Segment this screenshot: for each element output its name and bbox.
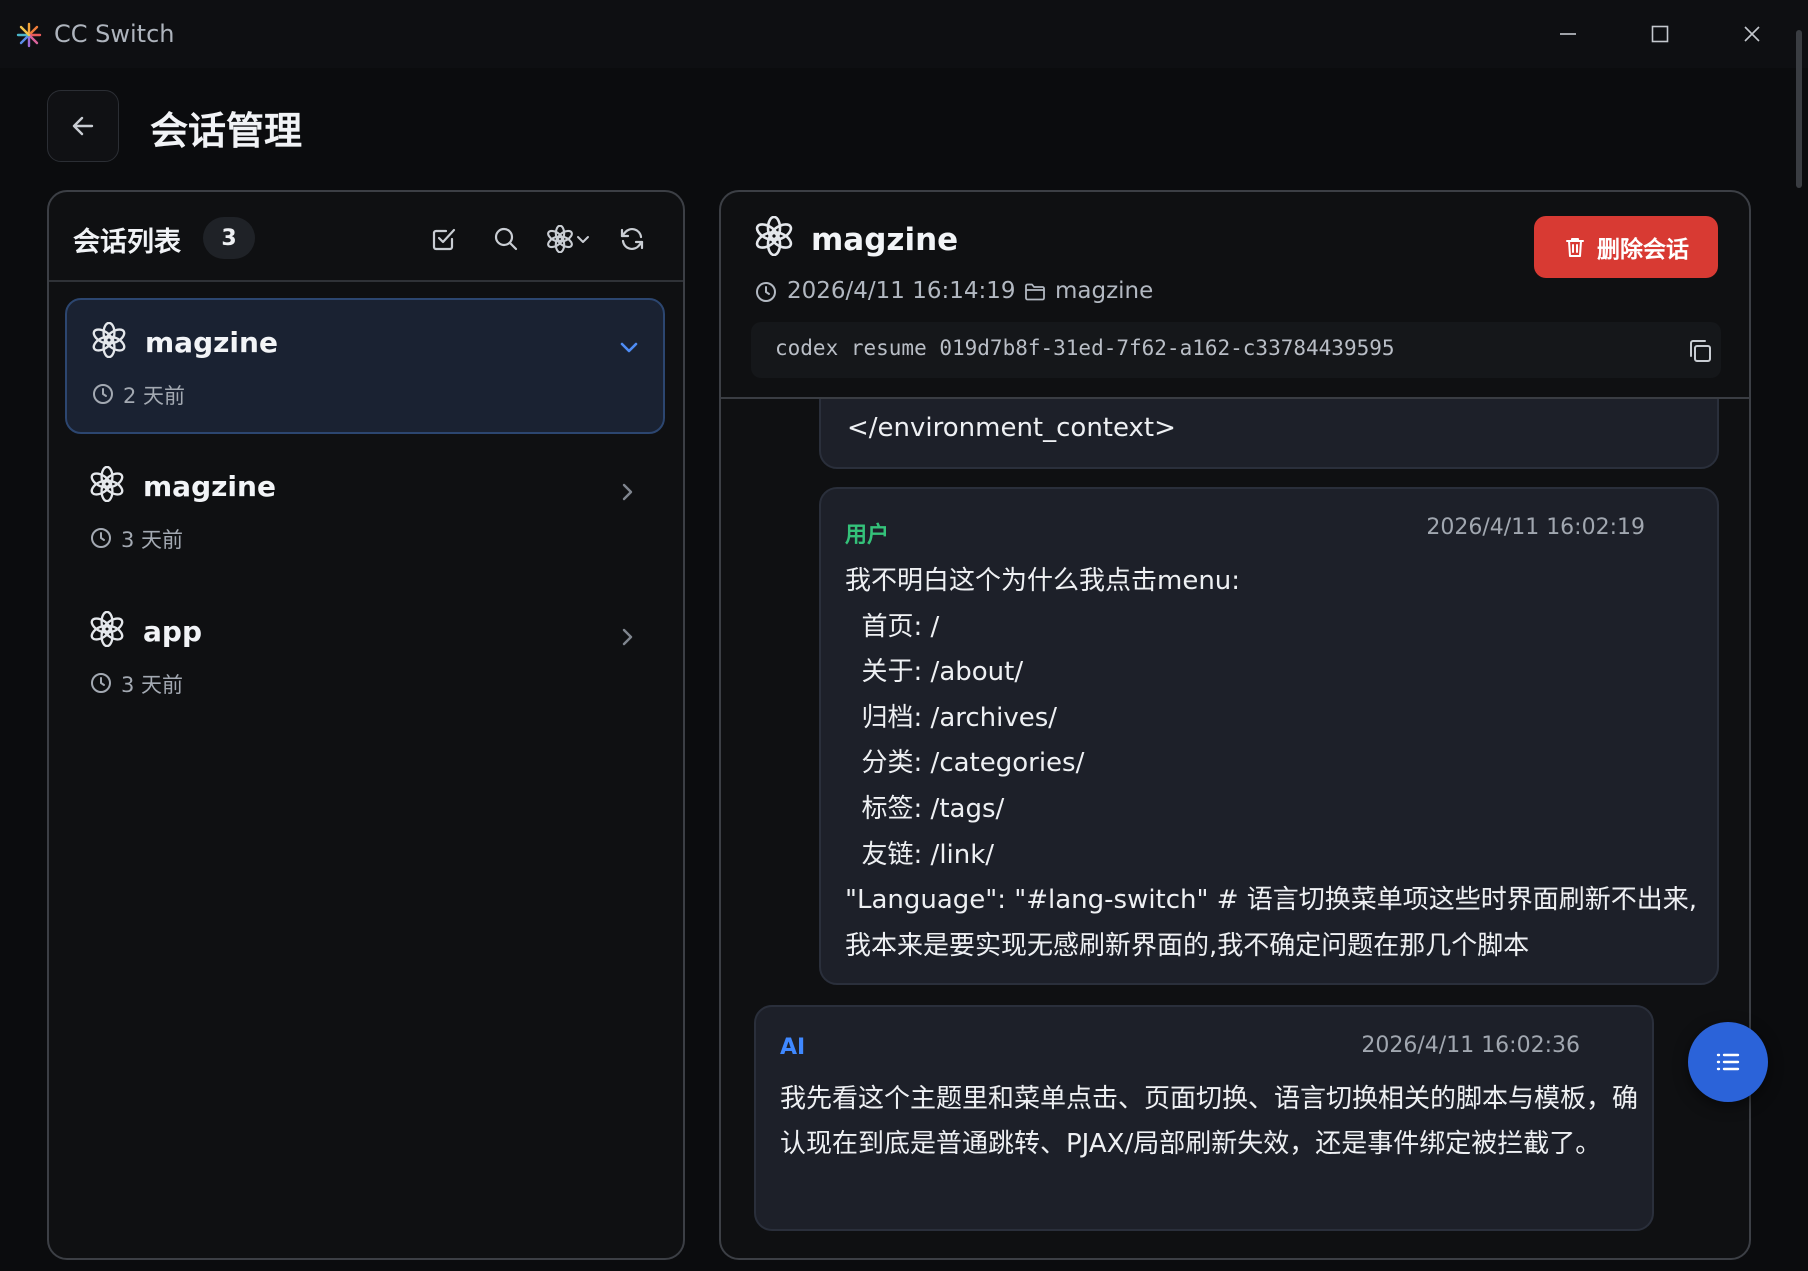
trash-icon	[1566, 238, 1584, 257]
session-time: 3 天前	[121, 528, 184, 552]
window-title: CC Switch	[54, 20, 175, 48]
chevron-right-icon[interactable]	[613, 478, 641, 506]
provider-filter-dropdown[interactable]	[541, 222, 597, 256]
back-button[interactable]	[47, 90, 119, 162]
chevron-right-icon[interactable]	[613, 623, 641, 651]
refresh-button[interactable]	[615, 222, 649, 256]
message-role: 用户	[845, 523, 890, 548]
session-name: app	[143, 615, 202, 648]
openai-logo-icon	[755, 216, 793, 256]
checkbox-icon	[432, 228, 456, 251]
window-scrollbar[interactable]	[1796, 30, 1802, 188]
message-time: 2026/4/11 16:02:36	[1361, 1033, 1580, 1058]
session-count-badge: 3	[203, 217, 255, 259]
session-timestamp: 2026/4/11 16:14:19	[787, 278, 1016, 304]
message-role: AI	[780, 1035, 806, 1060]
session-item[interactable]: app 3 天前	[65, 589, 665, 725]
resume-command-box: codex resume 019d7b8f-31ed-7f62-a162-c33…	[751, 322, 1721, 378]
clock-icon	[91, 528, 111, 548]
page-title: 会话管理	[150, 109, 303, 153]
session-title: magzine	[811, 222, 959, 258]
message-body: 我先看这个主题里和菜单点击、页面切换、语言切换相关的脚本与模板，确认现在到底是普…	[780, 1084, 1639, 1159]
message-line: 分类: /categories/	[845, 748, 1085, 779]
ai-message-card: AI 2026/4/11 16:02:36 我先看这个主题里和菜单点击、页面切换…	[754, 1005, 1654, 1231]
message-text: </environment_context>	[847, 413, 1176, 443]
session-item[interactable]: magzine 2 天前	[65, 298, 665, 434]
search-icon	[494, 227, 518, 251]
message-line: "Language": "#lang-switch" # 语言切换菜单项这些时界…	[845, 885, 1698, 961]
delete-session-label: 删除会话	[1597, 237, 1689, 263]
message-list[interactable]: </environment_context> 用户 2026/4/11 16:0…	[721, 399, 1749, 1258]
resume-command: codex resume 019d7b8f-31ed-7f62-a162-c33…	[775, 336, 1395, 360]
close-window-button[interactable]	[1722, 14, 1782, 54]
openai-logo-icon	[90, 611, 124, 647]
close-icon	[1744, 26, 1760, 42]
refresh-icon	[620, 228, 644, 250]
message-body: 我不明白这个为什么我点击menu: 首页: / 关于: /about/ 归档: …	[845, 559, 1705, 969]
delete-session-button[interactable]: 删除会话	[1534, 216, 1718, 278]
maximize-icon	[1651, 25, 1669, 43]
session-time: 3 天前	[121, 673, 184, 697]
message-index-button[interactable]	[1688, 1022, 1768, 1102]
message-line: 友链: /link/	[845, 839, 995, 870]
message-line: 我不明白这个为什么我点击menu:	[845, 566, 1241, 596]
chevron-down-icon	[577, 236, 589, 243]
session-item[interactable]: magzine 3 天前	[65, 444, 665, 580]
openai-logo-icon	[92, 322, 126, 358]
burst-logo-icon	[16, 22, 42, 48]
openai-logo-icon	[547, 225, 573, 253]
maximize-button[interactable]	[1630, 14, 1690, 54]
session-name: magzine	[143, 470, 276, 503]
session-detail-header: magzine 2026/4/11 16:14:19 magzine 删除会话 …	[721, 192, 1749, 399]
message-line: 关于: /about/	[845, 657, 1024, 688]
session-name: magzine	[145, 326, 278, 359]
session-project: magzine	[1055, 278, 1154, 304]
minimize-icon	[1560, 33, 1576, 35]
chevron-down-icon[interactable]	[615, 334, 643, 362]
copy-icon[interactable]	[1685, 336, 1715, 366]
window-titlebar: CC Switch	[0, 0, 1808, 68]
session-list-panel: 会话列表 3 magzine 2 天前 magzine 3 天前 app 3 天…	[47, 190, 685, 1260]
clock-icon	[93, 384, 113, 404]
batch-select-button[interactable]	[427, 222, 461, 256]
user-message-card: 用户 2026/4/11 16:02:19 我不明白这个为什么我点击menu: …	[819, 487, 1719, 985]
openai-logo-icon	[90, 466, 124, 502]
message-line: 标签: /tags/	[845, 793, 1005, 824]
session-time: 2 天前	[123, 384, 186, 408]
message-time: 2026/4/11 16:02:19	[1426, 515, 1645, 540]
minimize-button[interactable]	[1538, 14, 1598, 54]
list-icon	[1716, 1053, 1740, 1071]
message-line: 首页: /	[845, 611, 940, 642]
folder-icon	[1025, 283, 1045, 301]
message-card: </environment_context>	[819, 399, 1719, 469]
session-detail-panel: magzine 2026/4/11 16:14:19 magzine 删除会话 …	[719, 190, 1751, 1260]
clock-icon	[91, 673, 111, 693]
message-line: 归档: /archives/	[845, 702, 1058, 733]
session-list-title: 会话列表	[73, 227, 181, 258]
search-button[interactable]	[489, 222, 523, 256]
clock-icon	[756, 282, 776, 302]
session-list-header: 会话列表 3	[49, 192, 683, 282]
arrow-left-icon	[72, 116, 94, 136]
